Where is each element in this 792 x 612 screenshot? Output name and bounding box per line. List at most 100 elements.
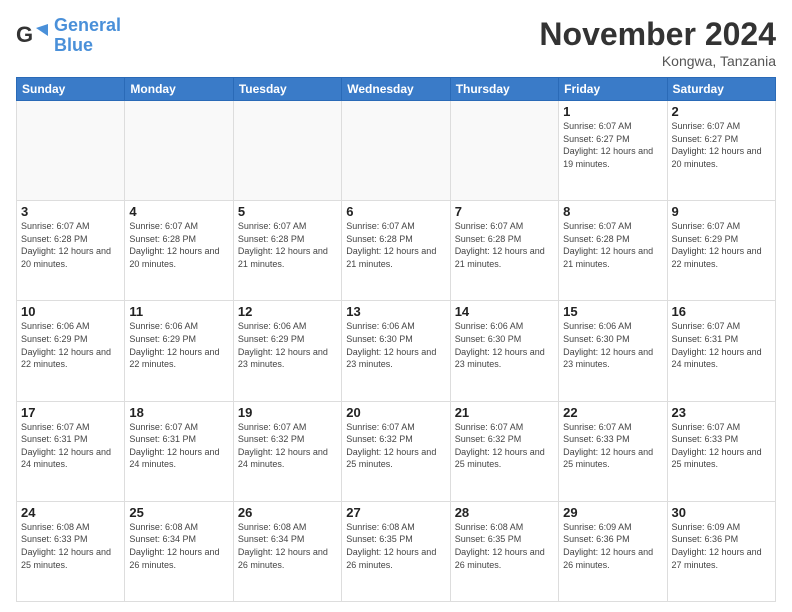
day-number: 14 — [455, 304, 554, 319]
cell-1-5: 8Sunrise: 6:07 AM Sunset: 6:28 PM Daylig… — [559, 201, 667, 301]
svg-text:G: G — [16, 22, 33, 47]
logo-icon: G — [16, 20, 48, 52]
header-row: SundayMondayTuesdayWednesdayThursdayFrid… — [17, 78, 776, 101]
day-number: 13 — [346, 304, 445, 319]
day-number: 1 — [563, 104, 662, 119]
cell-info: Sunrise: 6:08 AM Sunset: 6:34 PM Dayligh… — [129, 521, 228, 571]
cell-info: Sunrise: 6:09 AM Sunset: 6:36 PM Dayligh… — [563, 521, 662, 571]
col-header-friday: Friday — [559, 78, 667, 101]
cell-info: Sunrise: 6:08 AM Sunset: 6:35 PM Dayligh… — [346, 521, 445, 571]
calendar: SundayMondayTuesdayWednesdayThursdayFrid… — [16, 77, 776, 602]
cell-3-4: 21Sunrise: 6:07 AM Sunset: 6:32 PM Dayli… — [450, 401, 558, 501]
cell-info: Sunrise: 6:07 AM Sunset: 6:27 PM Dayligh… — [563, 120, 662, 170]
cell-1-6: 9Sunrise: 6:07 AM Sunset: 6:29 PM Daylig… — [667, 201, 775, 301]
cell-info: Sunrise: 6:06 AM Sunset: 6:30 PM Dayligh… — [563, 320, 662, 370]
cell-4-3: 27Sunrise: 6:08 AM Sunset: 6:35 PM Dayli… — [342, 501, 450, 601]
cell-2-5: 15Sunrise: 6:06 AM Sunset: 6:30 PM Dayli… — [559, 301, 667, 401]
cell-info: Sunrise: 6:07 AM Sunset: 6:32 PM Dayligh… — [455, 421, 554, 471]
col-header-monday: Monday — [125, 78, 233, 101]
cell-info: Sunrise: 6:09 AM Sunset: 6:36 PM Dayligh… — [672, 521, 771, 571]
title-block: November 2024 Kongwa, Tanzania — [539, 16, 776, 69]
cell-info: Sunrise: 6:07 AM Sunset: 6:32 PM Dayligh… — [346, 421, 445, 471]
week-row-0: 1Sunrise: 6:07 AM Sunset: 6:27 PM Daylig… — [17, 101, 776, 201]
day-number: 19 — [238, 405, 337, 420]
cell-info: Sunrise: 6:08 AM Sunset: 6:33 PM Dayligh… — [21, 521, 120, 571]
day-number: 4 — [129, 204, 228, 219]
day-number: 21 — [455, 405, 554, 420]
month-title: November 2024 — [539, 16, 776, 53]
cell-info: Sunrise: 6:07 AM Sunset: 6:33 PM Dayligh… — [563, 421, 662, 471]
cell-0-3 — [342, 101, 450, 201]
day-number: 27 — [346, 505, 445, 520]
day-number: 2 — [672, 104, 771, 119]
cell-4-5: 29Sunrise: 6:09 AM Sunset: 6:36 PM Dayli… — [559, 501, 667, 601]
cell-info: Sunrise: 6:07 AM Sunset: 6:28 PM Dayligh… — [21, 220, 120, 270]
col-header-saturday: Saturday — [667, 78, 775, 101]
day-number: 5 — [238, 204, 337, 219]
cell-3-5: 22Sunrise: 6:07 AM Sunset: 6:33 PM Dayli… — [559, 401, 667, 501]
day-number: 26 — [238, 505, 337, 520]
day-number: 18 — [129, 405, 228, 420]
logo-text: General Blue — [54, 16, 121, 56]
cell-info: Sunrise: 6:07 AM Sunset: 6:28 PM Dayligh… — [455, 220, 554, 270]
day-number: 8 — [563, 204, 662, 219]
cell-3-6: 23Sunrise: 6:07 AM Sunset: 6:33 PM Dayli… — [667, 401, 775, 501]
day-number: 6 — [346, 204, 445, 219]
day-number: 30 — [672, 505, 771, 520]
cell-2-0: 10Sunrise: 6:06 AM Sunset: 6:29 PM Dayli… — [17, 301, 125, 401]
cell-3-0: 17Sunrise: 6:07 AM Sunset: 6:31 PM Dayli… — [17, 401, 125, 501]
cell-1-2: 5Sunrise: 6:07 AM Sunset: 6:28 PM Daylig… — [233, 201, 341, 301]
cell-info: Sunrise: 6:07 AM Sunset: 6:33 PM Dayligh… — [672, 421, 771, 471]
cell-info: Sunrise: 6:07 AM Sunset: 6:28 PM Dayligh… — [346, 220, 445, 270]
day-number: 11 — [129, 304, 228, 319]
cell-4-6: 30Sunrise: 6:09 AM Sunset: 6:36 PM Dayli… — [667, 501, 775, 601]
col-header-wednesday: Wednesday — [342, 78, 450, 101]
day-number: 15 — [563, 304, 662, 319]
cell-1-4: 7Sunrise: 6:07 AM Sunset: 6:28 PM Daylig… — [450, 201, 558, 301]
cell-2-3: 13Sunrise: 6:06 AM Sunset: 6:30 PM Dayli… — [342, 301, 450, 401]
cell-info: Sunrise: 6:07 AM Sunset: 6:28 PM Dayligh… — [563, 220, 662, 270]
cell-info: Sunrise: 6:06 AM Sunset: 6:30 PM Dayligh… — [346, 320, 445, 370]
cell-info: Sunrise: 6:08 AM Sunset: 6:35 PM Dayligh… — [455, 521, 554, 571]
cell-3-1: 18Sunrise: 6:07 AM Sunset: 6:31 PM Dayli… — [125, 401, 233, 501]
header: G General Blue November 2024 Kongwa, Tan… — [16, 16, 776, 69]
cell-3-3: 20Sunrise: 6:07 AM Sunset: 6:32 PM Dayli… — [342, 401, 450, 501]
cell-0-5: 1Sunrise: 6:07 AM Sunset: 6:27 PM Daylig… — [559, 101, 667, 201]
cell-info: Sunrise: 6:07 AM Sunset: 6:27 PM Dayligh… — [672, 120, 771, 170]
col-header-thursday: Thursday — [450, 78, 558, 101]
logo: G General Blue — [16, 16, 121, 56]
day-number: 12 — [238, 304, 337, 319]
day-number: 16 — [672, 304, 771, 319]
cell-0-4 — [450, 101, 558, 201]
cell-1-0: 3Sunrise: 6:07 AM Sunset: 6:28 PM Daylig… — [17, 201, 125, 301]
day-number: 24 — [21, 505, 120, 520]
cell-info: Sunrise: 6:06 AM Sunset: 6:29 PM Dayligh… — [238, 320, 337, 370]
cell-2-1: 11Sunrise: 6:06 AM Sunset: 6:29 PM Dayli… — [125, 301, 233, 401]
day-number: 17 — [21, 405, 120, 420]
day-number: 23 — [672, 405, 771, 420]
cell-info: Sunrise: 6:07 AM Sunset: 6:28 PM Dayligh… — [129, 220, 228, 270]
cell-2-6: 16Sunrise: 6:07 AM Sunset: 6:31 PM Dayli… — [667, 301, 775, 401]
col-header-tuesday: Tuesday — [233, 78, 341, 101]
cell-info: Sunrise: 6:07 AM Sunset: 6:32 PM Dayligh… — [238, 421, 337, 471]
cell-4-4: 28Sunrise: 6:08 AM Sunset: 6:35 PM Dayli… — [450, 501, 558, 601]
cell-2-2: 12Sunrise: 6:06 AM Sunset: 6:29 PM Dayli… — [233, 301, 341, 401]
day-number: 22 — [563, 405, 662, 420]
location: Kongwa, Tanzania — [539, 53, 776, 69]
cell-0-6: 2Sunrise: 6:07 AM Sunset: 6:27 PM Daylig… — [667, 101, 775, 201]
cell-info: Sunrise: 6:06 AM Sunset: 6:29 PM Dayligh… — [129, 320, 228, 370]
week-row-1: 3Sunrise: 6:07 AM Sunset: 6:28 PM Daylig… — [17, 201, 776, 301]
cell-info: Sunrise: 6:07 AM Sunset: 6:28 PM Dayligh… — [238, 220, 337, 270]
cell-info: Sunrise: 6:06 AM Sunset: 6:30 PM Dayligh… — [455, 320, 554, 370]
cell-2-4: 14Sunrise: 6:06 AM Sunset: 6:30 PM Dayli… — [450, 301, 558, 401]
cell-4-2: 26Sunrise: 6:08 AM Sunset: 6:34 PM Dayli… — [233, 501, 341, 601]
logo-line2: Blue — [54, 35, 93, 55]
cell-0-1 — [125, 101, 233, 201]
day-number: 28 — [455, 505, 554, 520]
cell-4-1: 25Sunrise: 6:08 AM Sunset: 6:34 PM Dayli… — [125, 501, 233, 601]
cell-1-3: 6Sunrise: 6:07 AM Sunset: 6:28 PM Daylig… — [342, 201, 450, 301]
cell-info: Sunrise: 6:07 AM Sunset: 6:31 PM Dayligh… — [129, 421, 228, 471]
week-row-4: 24Sunrise: 6:08 AM Sunset: 6:33 PM Dayli… — [17, 501, 776, 601]
col-header-sunday: Sunday — [17, 78, 125, 101]
day-number: 3 — [21, 204, 120, 219]
